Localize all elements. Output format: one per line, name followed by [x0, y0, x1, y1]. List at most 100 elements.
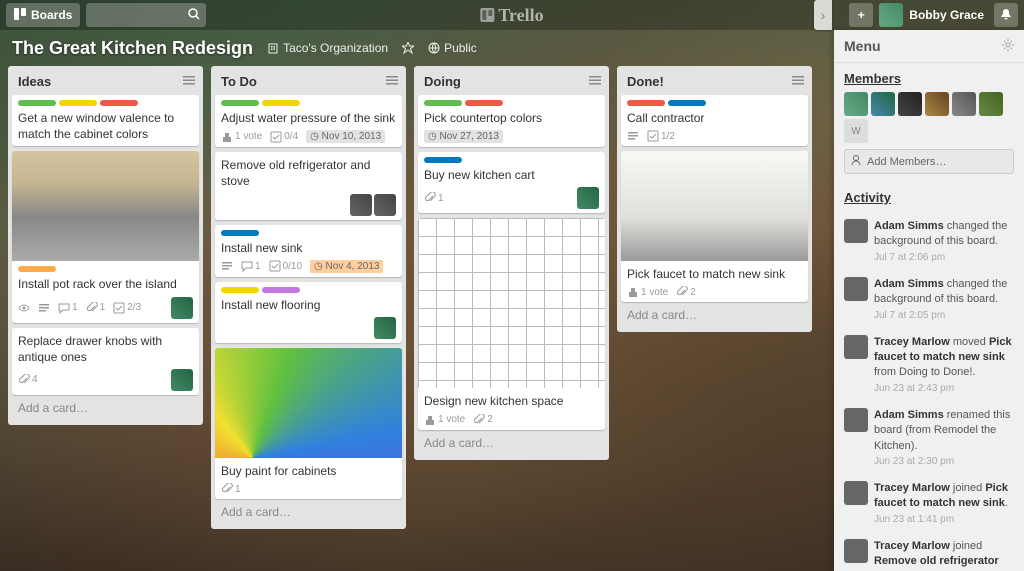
add-card-button[interactable]: Add a card… — [12, 395, 199, 421]
card-title: Buy paint for cabinets — [221, 463, 396, 479]
list-header[interactable]: To Do — [215, 70, 402, 95]
list-header[interactable]: Done! — [621, 70, 808, 95]
card-member-avatar[interactable] — [171, 369, 193, 391]
card-cover — [215, 348, 402, 458]
add-user-icon — [851, 154, 863, 169]
list: Done!Call contractor1/2Pick faucet to ma… — [617, 66, 812, 332]
card-member-avatar[interactable] — [171, 297, 193, 319]
comments-badge: 1 — [58, 302, 78, 314]
card-member-avatar[interactable] — [577, 187, 599, 209]
list-menu-icon[interactable] — [589, 74, 601, 89]
list-header[interactable]: Ideas — [12, 70, 199, 95]
activity-avatar[interactable] — [844, 219, 868, 243]
votes-badge: 1 vote — [627, 286, 668, 298]
card[interactable]: Pick countertop colors◷ Nov 27, 2013 — [418, 95, 605, 147]
checklist-badge: 2/3 — [113, 302, 141, 314]
card-member-avatar[interactable] — [374, 194, 396, 216]
card-cover — [621, 151, 808, 261]
activity-avatar[interactable] — [844, 481, 868, 505]
list-menu-icon[interactable] — [386, 74, 398, 89]
card-labels — [424, 157, 599, 163]
card[interactable]: Install new sink10/10◷ Nov 4, 2013 — [215, 225, 402, 277]
add-card-button[interactable]: Add a card… — [215, 499, 402, 525]
votes-badge: 1 vote — [424, 414, 465, 426]
board-org[interactable]: Taco's Organization — [267, 41, 388, 55]
card[interactable]: Adjust water pressure of the sink 1 vote… — [215, 95, 402, 147]
member-avatar[interactable] — [844, 92, 868, 116]
add-button[interactable]: + — [849, 3, 873, 27]
card[interactable]: Design new kitchen space 1 vote2 — [418, 218, 605, 429]
activity-item: Tracey Marlow joined Pick faucet to matc… — [844, 475, 1014, 533]
card-title: Get a new window valence to match the ca… — [18, 110, 193, 142]
card-title: Install new flooring — [221, 297, 396, 313]
board-title[interactable]: The Great Kitchen Redesign — [12, 38, 253, 59]
card-title: Pick countertop colors — [424, 110, 599, 126]
card-badges: 1 vote2 — [424, 414, 599, 426]
list-title: Ideas — [18, 74, 51, 89]
card-cover — [418, 218, 605, 388]
checklist-badge: 1/2 — [647, 130, 675, 142]
add-card-button[interactable]: Add a card… — [418, 430, 605, 456]
member-avatar[interactable] — [925, 92, 949, 116]
member-avatar[interactable] — [979, 92, 1003, 116]
member-avatar[interactable] — [952, 92, 976, 116]
card-member-avatar[interactable] — [374, 317, 396, 339]
card-member-avatar[interactable] — [350, 194, 372, 216]
label-red — [627, 100, 665, 106]
label-blue — [221, 230, 259, 236]
card[interactable]: Buy paint for cabinets1 — [215, 348, 402, 499]
label-green — [221, 100, 259, 106]
card[interactable]: Replace drawer knobs with antique ones4 — [12, 328, 199, 395]
card[interactable]: Get a new window valence to match the ca… — [12, 95, 199, 146]
visibility-button[interactable]: Public — [428, 41, 477, 55]
gear-icon[interactable] — [1002, 38, 1014, 54]
activity-item: Adam Simms changed the background of thi… — [844, 271, 1014, 329]
member-avatar[interactable] — [871, 92, 895, 116]
add-members-button[interactable]: Add Members… — [844, 149, 1014, 174]
member-avatar[interactable] — [898, 92, 922, 116]
card[interactable]: Call contractor1/2 — [621, 95, 808, 146]
card-badges: 1 — [424, 187, 599, 209]
activity-avatar[interactable] — [844, 408, 868, 432]
card[interactable]: Install pot rack over the island 11 2/3 — [12, 151, 199, 322]
card-labels — [18, 266, 193, 272]
card-labels — [221, 287, 396, 293]
activity-item: Tracey Marlow joined Remove old refriger… — [844, 533, 1014, 571]
list-header[interactable]: Doing — [418, 70, 605, 95]
member-avatar[interactable]: W — [844, 119, 868, 143]
list-title: To Do — [221, 74, 257, 89]
label-yellow — [221, 287, 259, 293]
activity-feed[interactable]: Adam Simms changed the background of thi… — [834, 213, 1024, 571]
comments-badge: 1 — [241, 260, 261, 272]
boards-button[interactable]: Boards — [6, 3, 80, 27]
menu-toggle-button[interactable]: › — [814, 0, 832, 30]
votes-badge: 1 vote — [221, 131, 262, 143]
list: Ideas Get a new window valence to match t… — [8, 66, 203, 425]
card[interactable]: Install new flooring — [215, 282, 402, 343]
username-label[interactable]: Bobby Grace — [909, 8, 988, 22]
logo-icon — [480, 8, 494, 22]
user-avatar[interactable] — [879, 3, 903, 27]
card[interactable]: Remove old refrigerator and stove — [215, 152, 402, 219]
search-input[interactable] — [86, 3, 206, 27]
attachment-badge: 1 — [424, 192, 444, 204]
activity-avatar[interactable] — [844, 539, 868, 563]
description-icon — [38, 302, 50, 314]
card-title: Adjust water pressure of the sink — [221, 110, 396, 126]
add-card-button[interactable]: Add a card… — [621, 302, 808, 328]
plus-icon: + — [858, 8, 865, 22]
activity-item: Adam Simms renamed this board (from Remo… — [844, 402, 1014, 475]
card[interactable]: Buy new kitchen cart1 — [418, 152, 605, 213]
bell-icon — [1000, 8, 1012, 23]
attachment-badge: 1 — [86, 302, 106, 314]
notifications-button[interactable] — [994, 3, 1018, 27]
list-menu-icon[interactable] — [792, 74, 804, 89]
trello-logo[interactable]: Trello — [480, 5, 543, 26]
attachment-badge: 4 — [18, 374, 38, 386]
star-button[interactable] — [402, 42, 414, 54]
activity-avatar[interactable] — [844, 277, 868, 301]
activity-avatar[interactable] — [844, 335, 868, 359]
card-title: Install pot rack over the island — [18, 276, 193, 292]
list-menu-icon[interactable] — [183, 74, 195, 89]
card[interactable]: Pick faucet to match new sink 1 vote2 — [621, 151, 808, 302]
